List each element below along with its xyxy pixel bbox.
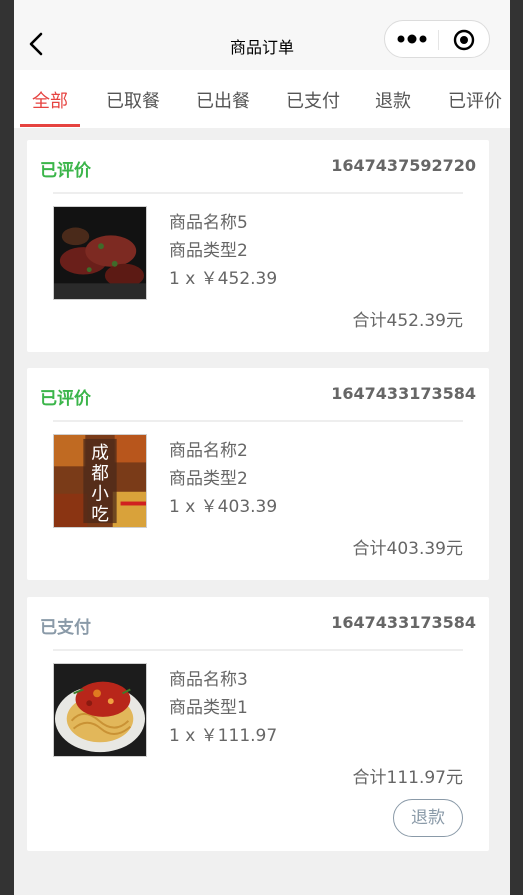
order-card[interactable]: 已支付 1647433173584 商品名称3 商品类型1 1 x ￥111.9… — [27, 597, 489, 851]
order-card[interactable]: 已评价 1647437592720 商品名称5 商品类型2 1 x ￥452.3… — [27, 140, 489, 352]
close-mini-program-icon[interactable] — [453, 29, 475, 51]
product-image[interactable]: 成 都 小 吃 — [53, 434, 147, 528]
quantity-price: 1 x ￥452.39 — [169, 269, 278, 289]
order-number: 1647433173584 — [331, 384, 476, 403]
order-total: 合计403.39元 — [352, 539, 463, 559]
order-card[interactable]: 已评价 1647433173584 成 都 小 吃 商品名称2 商品类型2 1 … — [27, 368, 489, 580]
order-status: 已评价 — [40, 161, 91, 181]
order-status: 已支付 — [40, 618, 91, 638]
order-total: 合计111.97元 — [352, 768, 463, 788]
product-name: 商品名称5 — [169, 213, 248, 233]
snack-logo-text: 吃 — [91, 505, 109, 525]
product-type: 商品类型2 — [169, 241, 248, 261]
tab-all[interactable]: 全部 — [32, 87, 68, 113]
nav-bar: 商品订单 — [14, 0, 510, 70]
tab-served[interactable]: 已出餐 — [196, 87, 250, 113]
tab-reviewed[interactable]: 已评价 — [448, 87, 502, 113]
product-name: 商品名称2 — [169, 441, 248, 461]
snack-logo-text: 成 — [91, 443, 109, 463]
phone-screen: 商品订单 全部 已取餐 已出餐 已支付 退款 已评价 已评价 164743759… — [14, 0, 510, 895]
order-status: 已评价 — [40, 389, 91, 409]
order-number: 1647437592720 — [331, 156, 476, 175]
quantity-price: 1 x ￥403.39 — [169, 497, 278, 517]
more-icon[interactable] — [397, 31, 427, 47]
snack-logo-text: 小 — [91, 485, 109, 505]
mini-program-capsule — [384, 20, 490, 58]
divider — [53, 192, 463, 194]
order-total: 合计452.39元 — [352, 311, 463, 331]
order-number: 1647433173584 — [331, 613, 476, 632]
product-type: 商品类型2 — [169, 469, 248, 489]
active-tab-indicator — [20, 124, 80, 127]
quantity-price: 1 x ￥111.97 — [169, 726, 278, 746]
product-name: 商品名称3 — [169, 670, 248, 690]
divider — [53, 649, 463, 651]
order-status-tabs: 全部 已取餐 已出餐 已支付 退款 已评价 — [14, 70, 510, 128]
divider — [53, 420, 463, 422]
product-image[interactable] — [53, 663, 147, 757]
tab-refund[interactable]: 退款 — [375, 87, 411, 113]
tab-picked-up[interactable]: 已取餐 — [106, 87, 160, 113]
capsule-divider — [438, 30, 439, 50]
tab-paid[interactable]: 已支付 — [286, 87, 340, 113]
snack-logo-text: 都 — [91, 464, 109, 484]
product-image[interactable] — [53, 206, 147, 300]
product-type: 商品类型1 — [169, 698, 248, 718]
refund-button[interactable]: 退款 — [393, 799, 463, 837]
